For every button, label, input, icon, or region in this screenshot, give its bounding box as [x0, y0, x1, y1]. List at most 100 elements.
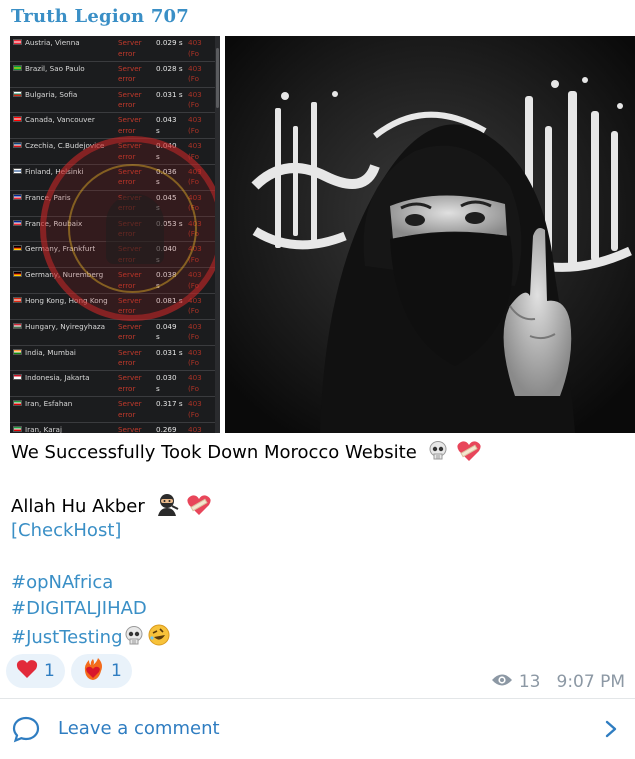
country-flag-icon	[13, 193, 22, 200]
result-status-line: Server	[118, 399, 142, 409]
result-status-line: Server	[118, 89, 142, 99]
post-line-1: We Successfully Took Down Morocco Websit…	[11, 440, 482, 469]
result-code-line: 403	[188, 424, 202, 433]
result-row: Bulgaria, Sofia Server error 0.031 s 403 (Fo	[10, 88, 215, 114]
result-row: Austria, Vienna Server error 0.029 s 403 (Fo	[10, 36, 215, 62]
result-code-line: 403	[188, 399, 202, 409]
ninja-icon	[155, 492, 179, 523]
masked-figure-image[interactable]	[225, 36, 635, 433]
comment-bubble-icon	[12, 715, 40, 747]
hashtag-justtesting[interactable]: #JustTesting	[11, 627, 123, 648]
mending-heart-icon	[456, 440, 482, 469]
result-location: Iran, Karaj	[25, 424, 62, 433]
checkhost-link[interactable]: [CheckHost]	[11, 519, 121, 543]
result-status-line: error	[118, 125, 136, 135]
result-location: Iran, Esfahan	[25, 399, 73, 409]
rolling-laughing-icon	[147, 623, 171, 654]
result-code: 403 (Fo	[188, 322, 202, 343]
masked-figure-graphic	[225, 36, 635, 433]
result-status: Servererror	[118, 348, 152, 369]
result-time-line: 0.043	[156, 115, 177, 125]
result-code: 403 (Fo	[188, 38, 202, 59]
result-location: Bulgaria, Sofia	[25, 89, 78, 99]
result-time: 0.031 s	[156, 90, 184, 101]
result-code: 403 (Fo	[188, 399, 202, 420]
result-status-line: Server	[118, 321, 142, 331]
post-line-hashtag-3: #JustTesting	[11, 623, 171, 654]
result-status: Servererror	[118, 399, 152, 420]
result-status-line: error	[118, 100, 136, 110]
country-flag-icon	[13, 400, 22, 407]
result-time: 0.029 s	[156, 38, 184, 49]
result-time: 0.030 s	[156, 373, 184, 394]
hashtag-opnafrica[interactable]: #opNAfrica	[11, 571, 113, 595]
checkhost-screenshot[interactable]: Austria, Vienna Server error 0.029 s 403 (Fo B…	[10, 36, 220, 433]
heart-icon	[16, 659, 38, 683]
result-code-line: 403	[188, 63, 202, 73]
result-time-line: s	[156, 383, 160, 393]
eye-icon	[491, 672, 513, 692]
country-flag-icon	[13, 425, 22, 432]
result-code: 403 (Fo	[188, 348, 202, 369]
result-code-line: (Fo	[188, 409, 200, 419]
media-group: Austria, Vienna Server error 0.029 s 403 (Fo B…	[10, 36, 635, 433]
reaction-heart-on-fire-count: 1	[111, 661, 122, 681]
result-row: Brazil, Sao Paulo Server error 0.028 s 403 (F…	[10, 62, 215, 88]
country-flag-icon	[13, 64, 22, 71]
result-code-line: (Fo	[188, 125, 200, 135]
skull-icon	[123, 625, 145, 654]
result-code-line: (Fo	[188, 358, 200, 368]
result-time: 0.317 s	[156, 399, 184, 410]
result-row: Iran, Karaj Server 0.269 403	[10, 423, 215, 433]
country-flag-icon	[13, 374, 22, 381]
channel-name[interactable]: Truth Legion 707	[11, 6, 189, 27]
result-status: Servererror	[118, 90, 152, 111]
result-status-line: error	[118, 409, 136, 419]
leave-comment-button[interactable]: Leave a comment	[0, 699, 635, 759]
result-code-line: 403	[188, 115, 202, 125]
result-code-line: (Fo	[188, 383, 200, 393]
result-status: Servererror	[118, 373, 152, 394]
result-code-line: 403	[188, 347, 202, 357]
country-flag-icon	[13, 271, 22, 278]
country-flag-icon	[13, 219, 22, 226]
result-status-line: Server	[118, 347, 142, 357]
result-time-line: 0.269	[156, 424, 177, 433]
reaction-heart-on-fire[interactable]: 1	[71, 654, 132, 688]
result-location: Austria, Vienna	[25, 38, 80, 47]
result-code-line: 403	[188, 321, 202, 331]
result-code-line: (Fo	[188, 74, 200, 84]
chevron-right-icon	[605, 720, 617, 742]
result-status: Servererror	[118, 115, 152, 136]
country-flag-icon	[13, 348, 22, 355]
result-status: Server	[118, 425, 152, 433]
result-code-line: 403	[188, 373, 202, 383]
result-row: Canada, Vancouver Server error 0.043 s 403 (Fo	[10, 113, 215, 140]
country-flag-icon	[13, 296, 22, 303]
result-code: 403 (Fo	[188, 373, 202, 394]
result-time: 0.269	[156, 425, 184, 433]
result-status-line: Server	[118, 424, 142, 433]
country-flag-icon	[13, 142, 22, 149]
result-status-line: error	[118, 74, 136, 84]
result-status-line: Server	[118, 63, 142, 73]
reaction-heart[interactable]: 1	[6, 654, 65, 688]
result-location: Canada, Vancouver	[25, 115, 95, 125]
country-flag-icon	[13, 116, 22, 123]
result-time-line: 0.049	[156, 321, 177, 331]
result-status-line: error	[118, 332, 136, 342]
watermark-logo	[40, 136, 220, 321]
result-time-line: 0.317 s	[156, 399, 183, 409]
post-time: 9:07 PM	[556, 672, 626, 692]
view-count: 13	[518, 672, 541, 692]
hashtag-digitaljihad[interactable]: #DIGITALJIHAD	[11, 597, 147, 621]
country-flag-icon	[13, 245, 22, 252]
result-location: Indonesia, Jakarta	[25, 373, 90, 383]
result-status-line: error	[118, 383, 136, 393]
result-code: 403 (Fo	[188, 64, 202, 85]
result-status-line: error	[118, 48, 136, 58]
country-flag-icon	[13, 167, 22, 174]
leave-comment-label: Leave a comment	[58, 718, 220, 739]
skull-icon	[427, 440, 449, 469]
result-status-line: error	[118, 358, 136, 368]
